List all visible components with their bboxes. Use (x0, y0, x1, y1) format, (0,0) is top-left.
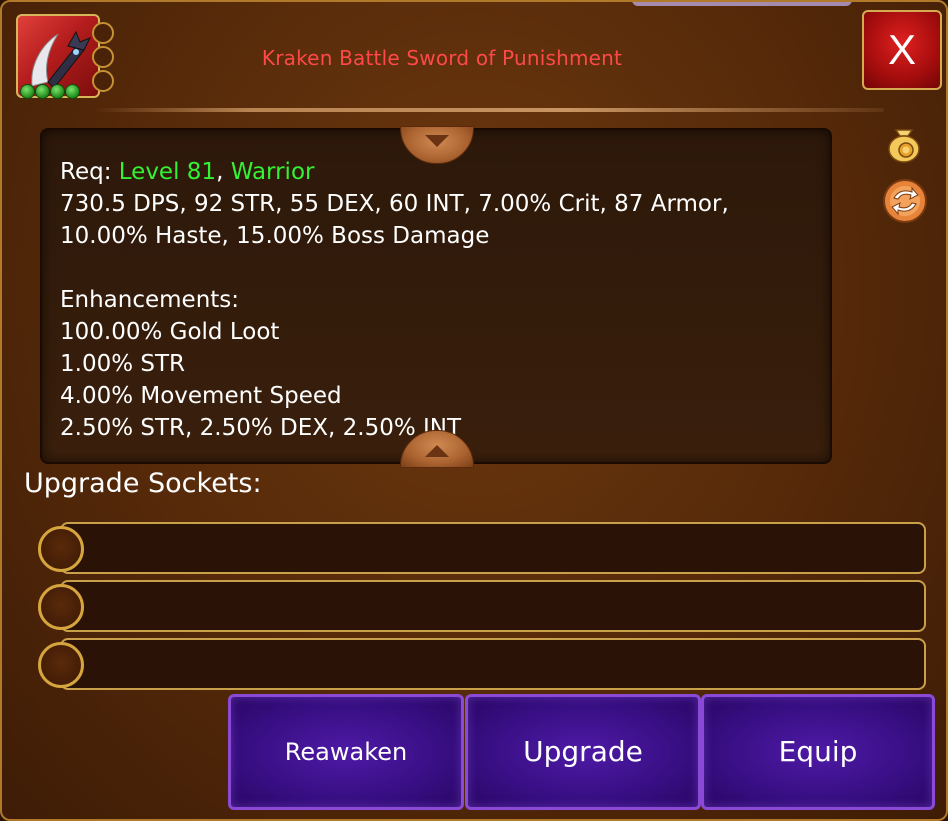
stats-line: 10.00% Haste, 15.00% Boss Damage (60, 223, 490, 249)
socket-row-3[interactable] (60, 638, 926, 690)
socket-slot-2 (92, 46, 114, 68)
required-level: Level 81 (118, 159, 217, 185)
socket-slot-3 (92, 70, 114, 92)
socket-slot[interactable] (38, 526, 84, 572)
gem-indicator (50, 84, 65, 99)
item-title: Kraken Battle Sword of Punishment (261, 46, 623, 70)
enhancement-item: 1.00% STR (60, 351, 186, 377)
socket-row-2[interactable] (60, 580, 926, 632)
enhancements-header: Enhancements: (60, 287, 240, 313)
socket-slot[interactable] (38, 642, 84, 688)
gem-indicator (20, 84, 35, 99)
item-description-box[interactable]: Req: Level 81, Warrior 730.5 DPS, 92 STR… (40, 128, 832, 464)
stats-line: 730.5 DPS, 92 STR, 55 DEX, 60 INT, 7.00%… (60, 191, 729, 217)
enhancement-item: 100.00% Gold Loot (60, 319, 280, 345)
equip-button[interactable]: Equip (701, 694, 935, 810)
socket-row-1[interactable] (60, 522, 926, 574)
item-details-panel: Kraken Battle Sword of Punishment X Req:… (0, 0, 948, 821)
reawaken-button[interactable]: Reawaken (228, 694, 464, 810)
chevron-up-icon (425, 445, 449, 457)
upgrade-sockets-label: Upgrade Sockets: (24, 468, 262, 499)
socket-slot[interactable] (38, 584, 84, 630)
required-class: Warrior (230, 159, 315, 185)
gem-indicator (35, 84, 50, 99)
upgrade-button[interactable]: Upgrade (465, 694, 701, 810)
divider (94, 108, 884, 112)
swap-icon[interactable] (882, 178, 927, 223)
close-button[interactable]: X (862, 10, 942, 90)
item-description-text: Req: Level 81, Warrior 730.5 DPS, 92 STR… (60, 156, 820, 444)
item-icon[interactable] (16, 14, 114, 99)
requirements-separator: , (216, 159, 231, 185)
gem-indicator (65, 84, 80, 99)
chevron-down-icon (425, 135, 449, 147)
requirements-label: Req: (60, 159, 119, 185)
gold-bag-icon[interactable] (882, 120, 926, 164)
enhancement-item: 4.00% Movement Speed (60, 383, 342, 409)
socket-slot-1 (92, 22, 114, 44)
top-glow (632, 2, 852, 6)
